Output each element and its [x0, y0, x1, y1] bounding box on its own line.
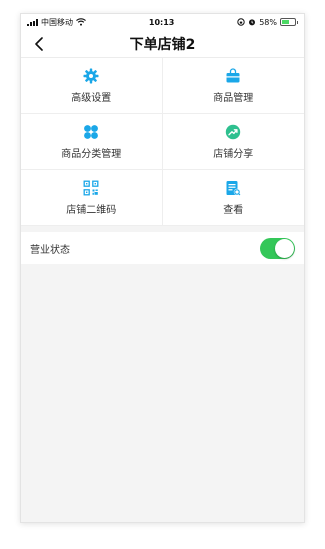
toggle-knob — [275, 238, 294, 258]
business-status-label: 营业状态 — [30, 244, 70, 256]
qrcode-icon — [83, 180, 99, 196]
gear-icon — [83, 68, 99, 84]
clock-time: 10:13 — [148, 17, 175, 27]
menu-item-shop-qrcode[interactable]: 店铺二维码 — [21, 170, 163, 226]
menu-item-category-management[interactable]: 商品分类管理 — [21, 114, 163, 170]
battery-icon — [280, 18, 298, 26]
battery-percent: 58% — [259, 17, 277, 27]
business-status-row: 营业状态 — [21, 232, 304, 264]
status-bar-right: 58% — [237, 18, 298, 27]
shopping-bag-icon — [225, 67, 241, 84]
menu-item-label: 查看 — [223, 204, 244, 216]
phone-screen: 中国移动 10:13 58% 下单店铺2 高级设置 商品管理 商品分类管理 店铺… — [20, 13, 305, 523]
menu-item-view[interactable]: 查看 — [162, 170, 304, 226]
menu-item-advanced-settings[interactable]: 高级设置 — [21, 58, 163, 114]
menu-item-label: 店铺二维码 — [66, 204, 117, 216]
alarm-icon — [249, 19, 256, 26]
menu-item-label: 店铺分享 — [213, 148, 254, 160]
wifi-icon — [76, 18, 86, 26]
status-bar-left: 中国移动 — [27, 17, 86, 28]
menu-item-label: 商品分类管理 — [61, 148, 122, 160]
category-grid-icon — [83, 124, 99, 140]
menu-item-product-management[interactable]: 商品管理 — [162, 58, 304, 114]
document-view-icon — [225, 180, 241, 196]
chevron-left-icon — [35, 37, 43, 51]
back-button[interactable] — [29, 34, 49, 54]
status-bar: 中国移动 10:13 58% — [21, 14, 304, 30]
menu-grid: 高级设置 商品管理 商品分类管理 店铺分享 店铺二维码 查看 — [21, 58, 304, 226]
business-status-toggle[interactable] — [260, 237, 295, 259]
navigation-bar: 下单店铺2 — [21, 30, 304, 58]
rotation-lock-icon — [237, 18, 245, 26]
menu-item-shop-share[interactable]: 店铺分享 — [162, 114, 304, 170]
page-title: 下单店铺2 — [129, 36, 196, 53]
menu-item-label: 商品管理 — [213, 92, 254, 104]
share-icon — [225, 124, 241, 140]
menu-item-label: 高级设置 — [71, 92, 112, 104]
carrier-label: 中国移动 — [41, 17, 73, 27]
signal-icon — [27, 18, 38, 26]
